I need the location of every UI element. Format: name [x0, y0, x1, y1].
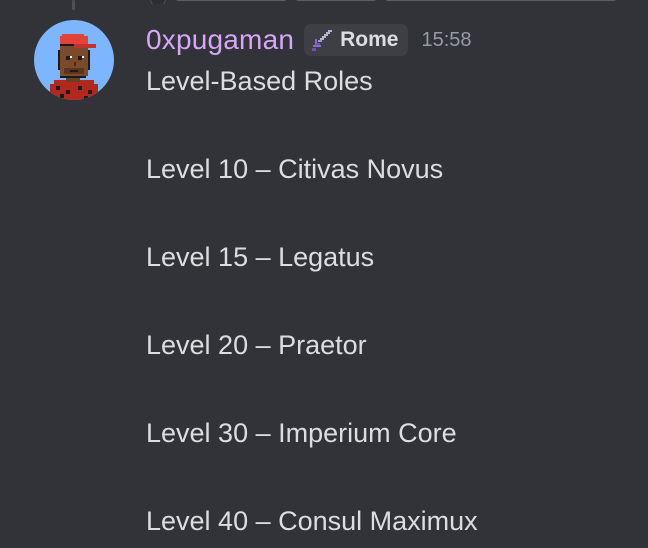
reply-preview-snippet — [296, 0, 376, 1]
message-line: Level 40 – Consul Maximux — [146, 506, 478, 536]
pixel-punk-avatar-icon — [50, 34, 98, 100]
author-avatar[interactable] — [34, 20, 114, 100]
message-line: Level 15 – Legatus — [146, 242, 375, 272]
message-timestamp[interactable]: 15:58 — [422, 22, 472, 58]
reply-avatar — [150, 0, 166, 4]
pixel-sword-icon — [310, 27, 336, 53]
message-line: Level 20 – Praetor — [146, 330, 367, 360]
message-line: Level-Based Roles — [146, 66, 373, 96]
message-line: Level 30 – Imperium Core — [146, 418, 457, 448]
message-content: Level-Based Roles Level 10 – Citivas Nov… — [146, 64, 636, 538]
reply-preview-snippet — [386, 0, 616, 1]
role-tag[interactable]: Rome — [304, 24, 408, 56]
role-tag-label: Rome — [340, 28, 399, 51]
message-line: Level 10 – Citivas Novus — [146, 154, 444, 184]
message-header: 0xpugaman Rome 15:58 — [146, 22, 472, 58]
author-username[interactable]: 0xpugaman — [146, 22, 294, 58]
reply-spine — [72, 0, 75, 10]
reply-preview[interactable] — [150, 0, 648, 4]
reply-preview-snippet — [176, 0, 286, 1]
